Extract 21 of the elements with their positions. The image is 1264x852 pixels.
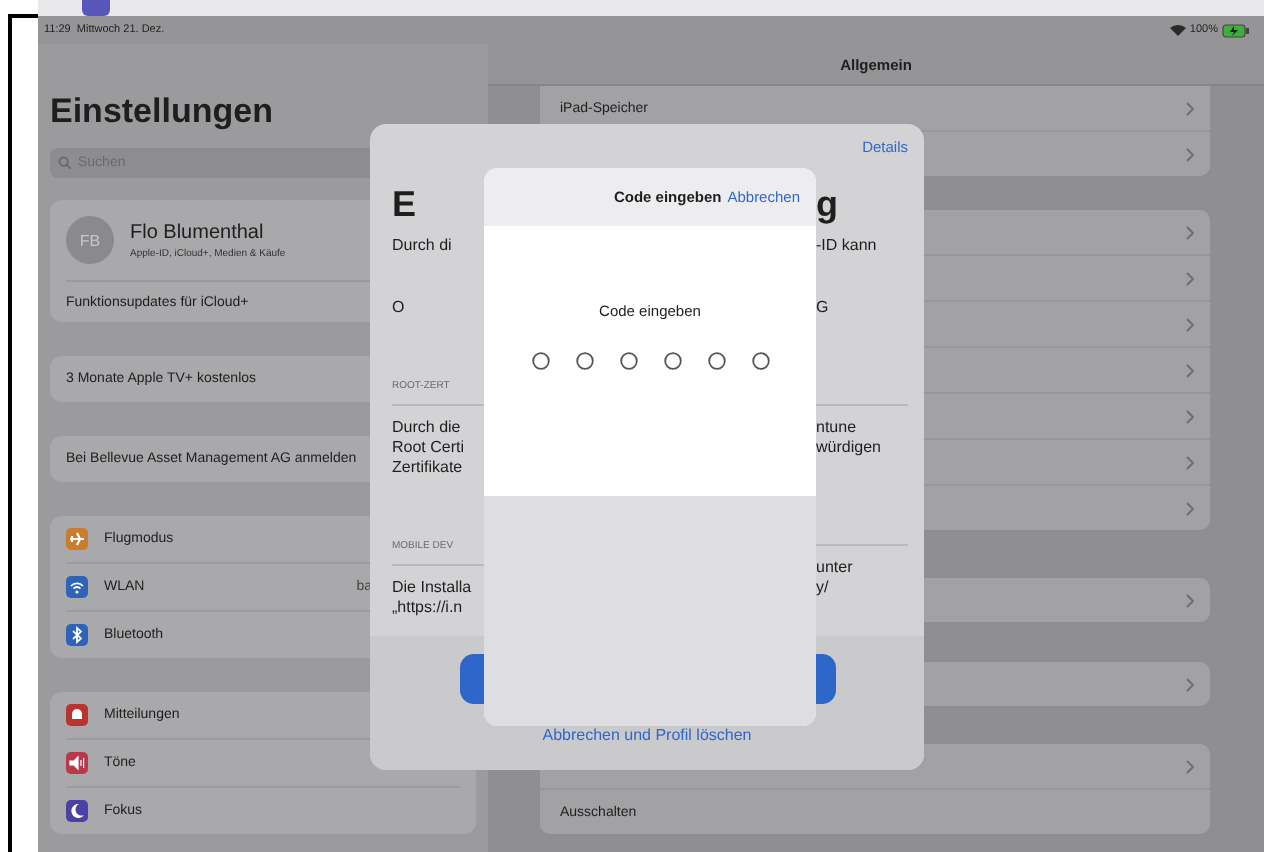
app-icon (82, 0, 110, 16)
account-name: Flo Blumenthal (130, 221, 266, 243)
sheet-text: y/ (816, 578, 831, 598)
sheet-text: ntune (816, 418, 859, 438)
wifi-icon (1169, 24, 1186, 36)
search-icon (58, 156, 72, 170)
sheet-text: Durch die (392, 418, 463, 438)
sheet-text: Zertifikate (392, 458, 465, 478)
settings-title: Einstellungen (50, 92, 275, 134)
sheet-text: „https://i.n (392, 598, 465, 618)
sheet-title: g (816, 184, 840, 224)
sheet-text: O (392, 298, 407, 318)
sheet-text: Die Installa (392, 578, 474, 598)
sheet-text: G (816, 298, 831, 318)
sheet-text: -ID kann (816, 236, 879, 256)
sheet-text: Durch di (392, 236, 454, 256)
sheet-text: würdigen (816, 438, 883, 458)
sheet-text: unter (816, 558, 855, 578)
sheet-text: Root Certi (392, 438, 467, 458)
battery-icon (1222, 23, 1250, 37)
avatar-circle: FB (66, 216, 114, 264)
